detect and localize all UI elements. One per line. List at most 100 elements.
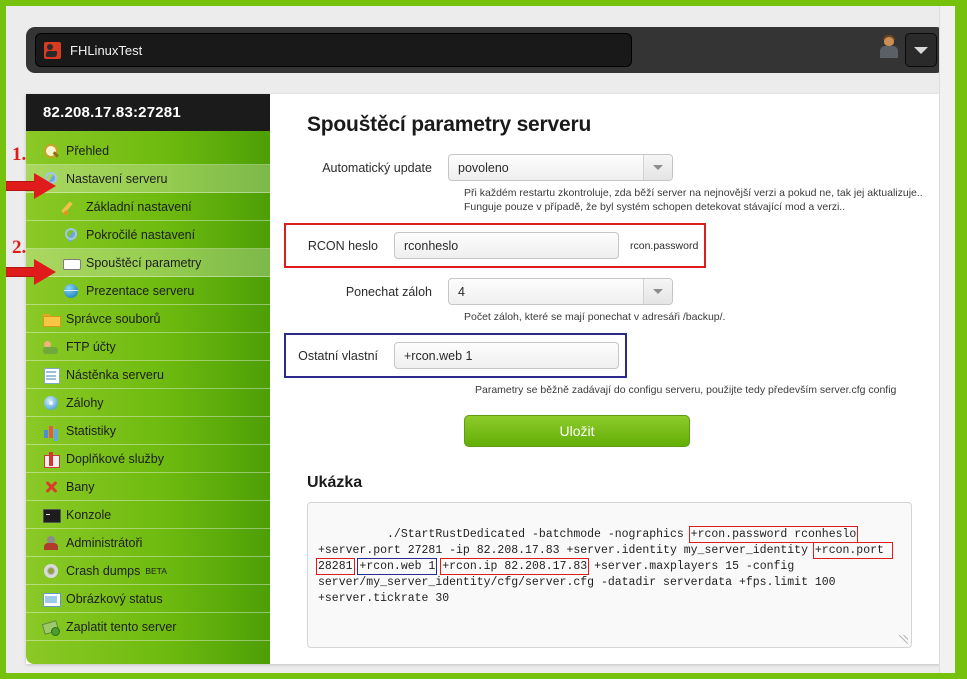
example-highlight-blue: +rcon.web 1 bbox=[357, 558, 438, 575]
annotation-step-1: 1. bbox=[12, 144, 27, 165]
console-icon bbox=[43, 507, 61, 523]
chevron-down-icon bbox=[914, 46, 928, 54]
sidebar-item-label: Konzole bbox=[66, 507, 112, 522]
arrow-head bbox=[34, 173, 56, 199]
sidebar-item-label: Nástěnka serveru bbox=[66, 367, 164, 382]
autoupdate-help-line1: Při každém restartu zkontroluje, zda běž… bbox=[464, 187, 923, 199]
example-section-title: Ukázka bbox=[307, 474, 363, 491]
sidebar-item-1[interactable]: Nastavení serveru bbox=[26, 165, 270, 193]
sidebar-item-label: Prezentace serveru bbox=[86, 283, 195, 298]
sidebar-item-12[interactable]: Bany bbox=[26, 473, 270, 501]
money-icon bbox=[43, 619, 60, 636]
autoupdate-dropdown-arrow[interactable] bbox=[643, 155, 672, 180]
sidebar-item-13[interactable]: Konzole bbox=[26, 501, 270, 529]
gear-icon bbox=[43, 563, 59, 579]
sidebar-item-17[interactable]: Zaplatit tento server bbox=[26, 613, 270, 641]
sidebar-item-4[interactable]: Spouštěcí parametry bbox=[26, 249, 270, 277]
startup-parameters-form: Automatický update povoleno Při každém r… bbox=[270, 137, 945, 447]
example-command-textarea[interactable]: ./StartRustDedicated -batchmode -nograph… bbox=[307, 502, 912, 648]
sidebar-item-label: Nastavení serveru bbox=[66, 171, 168, 186]
screenshot-root: FHLinuxTest 82.208.17.83:27281 Přehled Na… bbox=[0, 0, 967, 679]
keep-backups-label: Ponechat záloh bbox=[345, 284, 432, 299]
sidebar-item-15[interactable]: Crash dumps BETA bbox=[26, 557, 270, 585]
sidebar-item-label: Obrázkový status bbox=[66, 591, 163, 606]
main-content: Spouštěcí parametry serveru Automatický … bbox=[270, 94, 945, 664]
sidebar-item-label: Doplňkové služby bbox=[66, 451, 164, 466]
sidebar-item-9[interactable]: Zálohy bbox=[26, 389, 270, 417]
keep-backups-select[interactable]: 4 bbox=[448, 278, 673, 305]
rcon-password-highlight-box: RCON heslo rconheslo rcon.password bbox=[284, 223, 707, 268]
annotation-arrow-2 bbox=[6, 259, 58, 285]
red-x-icon bbox=[43, 479, 59, 495]
browser-tab-title: FHLinuxTest bbox=[70, 42, 143, 58]
sidebar-item-label: Pokročilé nastavení bbox=[86, 227, 196, 242]
save-button[interactable]: Uložit bbox=[464, 415, 690, 447]
autoupdate-select[interactable]: povoleno bbox=[448, 154, 673, 181]
sidebar-item-16[interactable]: Obrázkový status bbox=[26, 585, 270, 613]
rust-favicon-icon bbox=[44, 41, 61, 59]
sidebar-item-0[interactable]: Přehled bbox=[26, 137, 270, 165]
board-icon bbox=[43, 367, 60, 384]
keep-backups-value: 4 bbox=[458, 284, 465, 299]
sidebar-item-label: Správce souborů bbox=[66, 311, 161, 326]
browser-tab-fhlinuxtest[interactable]: FHLinuxTest bbox=[35, 33, 632, 67]
avatar-body bbox=[880, 46, 898, 58]
sidebar-item-label: Přehled bbox=[66, 143, 110, 158]
other-custom-help: Parametry se běžně zadávají do configu s… bbox=[475, 384, 897, 396]
sidebar-item-2[interactable]: Základní nastavení bbox=[26, 193, 270, 221]
sidebar-item-label: Základní nastavení bbox=[86, 199, 192, 214]
sidebar-nav: Přehled Nastavení serveru Základní nastave… bbox=[26, 131, 270, 641]
rcon-password-value: rconheslo bbox=[404, 238, 459, 253]
magnifier-icon bbox=[43, 143, 59, 159]
sidebar: 82.208.17.83:27281 Přehled Nastavení serv… bbox=[26, 94, 270, 664]
sidebar-item-label: Spouštěcí parametry bbox=[86, 255, 202, 270]
globe-icon bbox=[63, 283, 79, 299]
sidebar-item-label: Zaplatit tento server bbox=[66, 619, 177, 634]
sidebar-item-14[interactable]: Administrátoři bbox=[26, 529, 270, 557]
sidebar-item-label: Statistiky bbox=[66, 423, 117, 438]
autoupdate-value: povoleno bbox=[458, 160, 509, 175]
sidebar-item-label: Bany bbox=[66, 479, 95, 494]
server-address-header: 82.208.17.83:27281 bbox=[26, 94, 270, 131]
admin-icon bbox=[43, 535, 59, 551]
sidebar-item-5[interactable]: Prezentace serveru bbox=[26, 277, 270, 305]
browser-tab-bar: FHLinuxTest bbox=[26, 27, 945, 73]
annotation-arrow-1 bbox=[6, 173, 58, 199]
field-row-autoupdate: Automatický update povoleno bbox=[270, 154, 945, 181]
disc-icon bbox=[43, 395, 59, 411]
page-title: Spouštěcí parametry serveru bbox=[307, 113, 592, 136]
textarea-resize-handle[interactable] bbox=[899, 635, 908, 644]
example-highlight-red: +rcon.ip 82.208.17.83 bbox=[440, 558, 590, 575]
sidebar-item-badge: BETA bbox=[145, 565, 167, 576]
user-avatar-icon[interactable] bbox=[877, 34, 901, 60]
sidebar-item-7[interactable]: FTP účty bbox=[26, 333, 270, 361]
control-panel: 82.208.17.83:27281 Přehled Nastavení serv… bbox=[26, 94, 945, 664]
example-command-text: ./StartRustDedicated -batchmode -nograph… bbox=[316, 526, 893, 605]
rcon-password-input[interactable]: rconheslo bbox=[394, 232, 619, 259]
sidebar-item-10[interactable]: Statistiky bbox=[26, 417, 270, 445]
arrow-head bbox=[34, 259, 56, 285]
sidebar-item-label: Crash dumps bbox=[66, 563, 141, 578]
image-icon bbox=[43, 591, 61, 607]
sidebar-item-3[interactable]: Pokročilé nastavení bbox=[26, 221, 270, 249]
example-text: ./StartRustDedicated -batchmode -nograph… bbox=[387, 528, 691, 541]
other-custom-highlight-box: Ostatní vlastní +rcon.web 1 bbox=[284, 333, 627, 378]
page-scrollbar-track[interactable] bbox=[939, 6, 955, 673]
other-custom-value: +rcon.web 1 bbox=[404, 348, 473, 363]
other-custom-label: Ostatní vlastní bbox=[298, 348, 378, 363]
gift-icon bbox=[43, 451, 60, 468]
sidebar-item-11[interactable]: Doplňkové služby bbox=[26, 445, 270, 473]
panel-icon bbox=[63, 255, 81, 271]
tab-list-dropdown-button[interactable] bbox=[905, 33, 937, 67]
chevron-down-icon bbox=[653, 165, 663, 170]
sidebar-item-6[interactable]: Správce souborů bbox=[26, 305, 270, 333]
other-custom-input[interactable]: +rcon.web 1 bbox=[394, 342, 619, 369]
sidebar-item-label: FTP účty bbox=[66, 339, 116, 354]
rcon-password-hint: rcon.password bbox=[630, 239, 699, 252]
bar-chart-icon bbox=[43, 423, 59, 439]
wrench-icon bbox=[63, 227, 79, 243]
keep-backups-dropdown-arrow[interactable] bbox=[643, 279, 672, 304]
sidebar-item-8[interactable]: Nástěnka serveru bbox=[26, 361, 270, 389]
rcon-password-label: RCON heslo bbox=[307, 238, 378, 253]
avatar-head bbox=[884, 37, 894, 46]
